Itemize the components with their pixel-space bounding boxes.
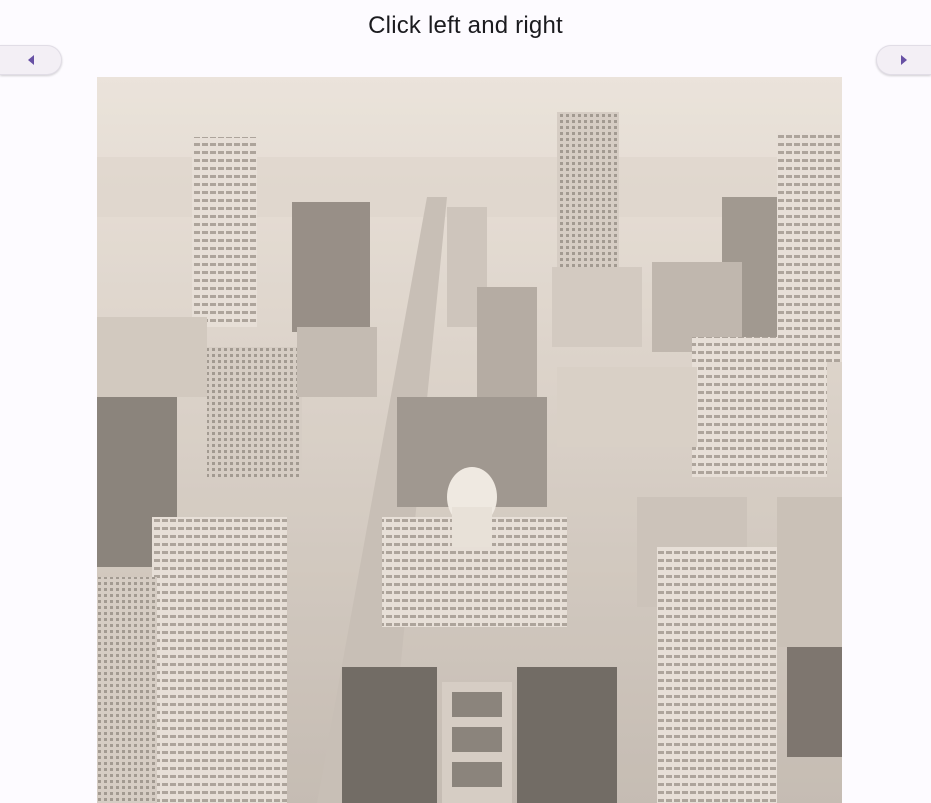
city-aerial-photo [97, 77, 842, 803]
page: Click left and right [0, 0, 931, 803]
page-title: Click left and right [368, 12, 563, 39]
carousel-image[interactable] [97, 77, 842, 803]
arrow-right-icon [899, 54, 909, 66]
previous-button[interactable] [0, 45, 62, 75]
next-button[interactable] [876, 45, 931, 75]
arrow-left-icon [26, 54, 36, 66]
